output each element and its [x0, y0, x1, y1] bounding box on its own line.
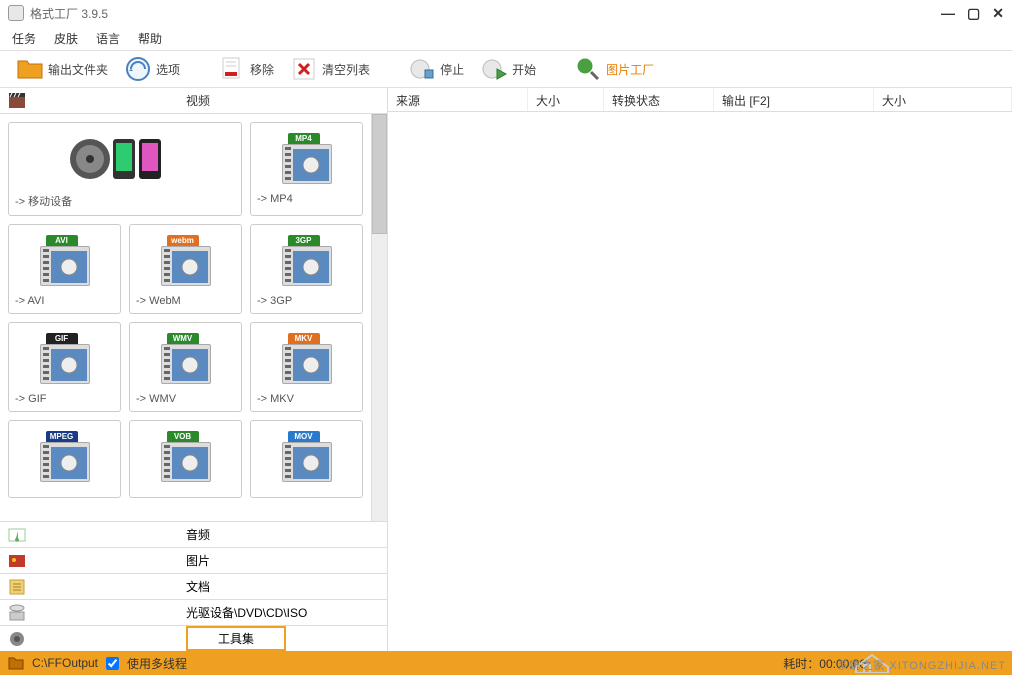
wmv-file-icon: WMV — [136, 329, 235, 389]
gear-icon — [8, 630, 26, 648]
format-tile-mov[interactable]: MOV — [250, 420, 363, 498]
format-tile-label: -> GIF — [15, 393, 46, 405]
avi-file-icon: AVI — [15, 231, 114, 291]
dvd-category-row[interactable]: 光驱设备\DVD\CD\ISO — [0, 599, 387, 625]
webm-file-icon: webm — [136, 231, 235, 291]
maximize-button[interactable]: ▢ — [967, 5, 980, 22]
start-button[interactable]: 开始 — [474, 55, 542, 83]
menu-task[interactable]: 任务 — [12, 30, 36, 47]
format-grid: -> 移动设备 MP4 -> MP4 AVI -> AVI webm -> WebM 3GP -… — [0, 114, 371, 521]
vob-file-icon: VOB — [136, 427, 235, 487]
toolbar: 输出文件夹 选项 移除 清空列表 停止 开始 图片工厂 — [0, 50, 1012, 88]
format-tile-mp4[interactable]: MP4 -> MP4 — [250, 122, 363, 216]
dvd-category-label: 光驱设备\DVD\CD\ISO — [186, 604, 307, 621]
clear-icon — [290, 55, 318, 83]
remove-button[interactable]: 移除 — [212, 55, 280, 83]
music-note-icon — [8, 526, 26, 544]
magnifier-globe-icon — [574, 55, 602, 83]
image-category-row[interactable]: 图片 — [0, 547, 387, 573]
col-size[interactable]: 大小 — [528, 88, 604, 111]
multithread-label: 使用多线程 — [127, 655, 187, 672]
col-output[interactable]: 输出 [F2] — [714, 88, 874, 111]
multithread-checkbox[interactable] — [106, 657, 119, 670]
document-icon — [8, 578, 26, 596]
col-source[interactable]: 来源 — [388, 88, 528, 111]
scrollbar-thumb[interactable] — [372, 114, 387, 234]
close-button[interactable]: ✕ — [992, 5, 1004, 22]
format-tile-vob[interactable]: VOB — [129, 420, 242, 498]
clear-list-button[interactable]: 清空列表 — [284, 55, 376, 83]
video-category-label: 视频 — [186, 92, 210, 109]
document-category-label: 文档 — [186, 578, 210, 595]
menu-help[interactable]: 帮助 — [138, 30, 162, 47]
format-tile-label: -> WebM — [136, 295, 181, 307]
stop-button[interactable]: 停止 — [402, 55, 470, 83]
format-tile-wmv[interactable]: WMV -> WMV — [129, 322, 242, 412]
mov-file-icon: MOV — [257, 427, 356, 487]
picture-icon — [8, 552, 26, 570]
task-list-pane: 来源 大小 转换状态 输出 [F2] 大小 — [388, 88, 1012, 651]
audio-category-label: 音频 — [186, 526, 210, 543]
remove-icon — [218, 55, 246, 83]
3gp-file-icon: 3GP — [257, 231, 356, 291]
format-tile-mobile[interactable]: -> 移动设备 — [8, 122, 242, 216]
tools-category-label: 工具集 — [186, 626, 286, 651]
format-tile-label: -> AVI — [15, 295, 44, 307]
format-tile-label: -> MP4 — [257, 193, 293, 205]
mp4-file-icon: MP4 — [257, 129, 356, 189]
format-tile-label: -> WMV — [136, 393, 176, 405]
statusbar-folder-icon[interactable] — [8, 655, 24, 671]
window-title: 格式工厂 3.9.5 — [30, 5, 108, 22]
format-tile-label: -> 移动设备 — [15, 193, 72, 209]
mobile-icon — [15, 129, 235, 189]
start-icon — [480, 55, 508, 83]
format-tile-3gp[interactable]: 3GP -> 3GP — [250, 224, 363, 314]
format-tile-avi[interactable]: AVI -> AVI — [8, 224, 121, 314]
image-category-label: 图片 — [186, 552, 210, 569]
menubar: 任务 皮肤 语言 帮助 — [0, 26, 1012, 50]
scrollbar[interactable] — [371, 114, 387, 521]
menu-language[interactable]: 语言 — [96, 30, 120, 47]
audio-category-row[interactable]: 音频 — [0, 521, 387, 547]
format-tile-label: -> 3GP — [257, 295, 292, 307]
gif-file-icon: GIF — [15, 329, 114, 389]
col-outsize[interactable]: 大小 — [874, 88, 1012, 111]
col-status[interactable]: 转换状态 — [604, 88, 714, 111]
disc-drive-icon — [8, 604, 26, 622]
app-logo-icon — [8, 5, 24, 21]
mkv-file-icon: MKV — [257, 329, 356, 389]
stop-icon — [408, 55, 436, 83]
output-path[interactable]: C:\FFOutput — [32, 656, 98, 670]
folder-icon — [16, 55, 44, 83]
minimize-button[interactable]: — — [941, 5, 955, 22]
table-header: 来源 大小 转换状态 输出 [F2] 大小 — [388, 88, 1012, 112]
mpeg-file-icon: MPEG — [15, 427, 114, 487]
options-icon — [124, 55, 152, 83]
format-tile-label: -> MKV — [257, 393, 294, 405]
tools-category-row[interactable]: 工具集 — [0, 625, 387, 651]
category-panel: 视频 -> 移动设备 MP4 -> MP4 AVI -> AVI webm -> WebM 3… — [0, 88, 388, 651]
video-clapper-icon — [8, 92, 26, 110]
document-category-row[interactable]: 文档 — [0, 573, 387, 599]
format-tile-mpeg[interactable]: MPEG — [8, 420, 121, 498]
format-tile-mkv[interactable]: MKV -> MKV — [250, 322, 363, 412]
watermark-text: 系统之家 XITONGZHIJIA.NET — [837, 657, 1006, 673]
video-category-header[interactable]: 视频 — [0, 88, 387, 114]
format-tile-gif[interactable]: GIF -> GIF — [8, 322, 121, 412]
format-tile-webm[interactable]: webm -> WebM — [129, 224, 242, 314]
image-factory-button[interactable]: 图片工厂 — [568, 55, 660, 83]
table-body[interactable] — [388, 112, 1012, 651]
options-button[interactable]: 选项 — [118, 55, 186, 83]
titlebar: 格式工厂 3.9.5 — ▢ ✕ — [0, 0, 1012, 26]
output-folder-button[interactable]: 输出文件夹 — [10, 55, 114, 83]
menu-skin[interactable]: 皮肤 — [54, 30, 78, 47]
